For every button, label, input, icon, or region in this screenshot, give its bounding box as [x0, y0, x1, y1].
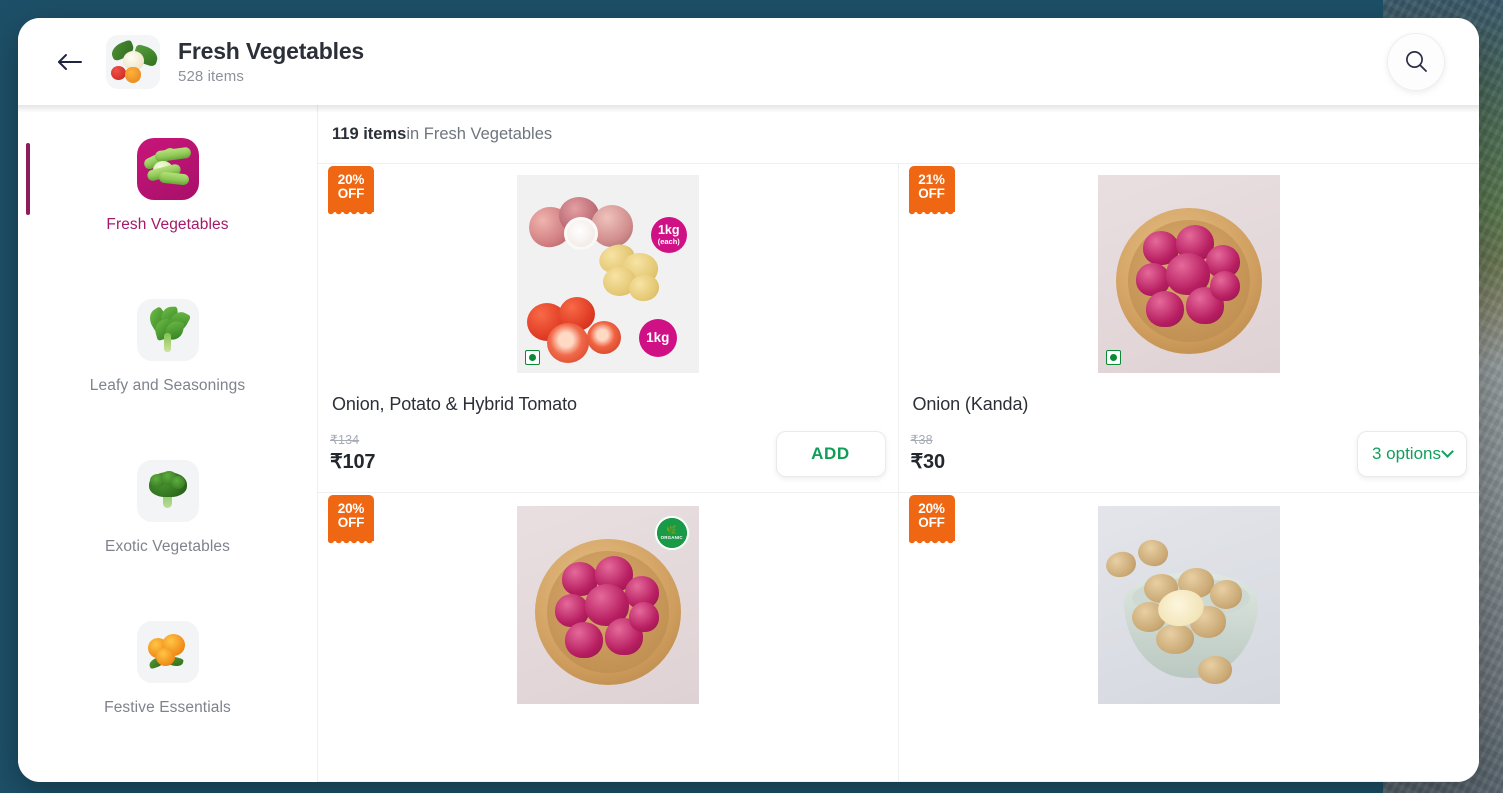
app-body: Fresh Vegetables Leafy and Seasonings Ex… [18, 105, 1479, 782]
add-to-cart-button[interactable]: ADD [775, 431, 886, 477]
original-price: ₹134 [330, 433, 360, 447]
organic-badge-icon: 🌿 ORGANIC [653, 515, 690, 551]
sidebar-item-label: Fresh Vegetables [106, 216, 229, 233]
product-title: Onion, Potato & Hybrid Tomato [332, 394, 577, 414]
leaf-glyph: 🌿 [666, 524, 678, 535]
active-indicator-rail [26, 626, 30, 698]
sidebar-item-label: Festive Essentials [104, 699, 231, 716]
sidebar-item-label: Leafy and Seasonings [89, 377, 246, 394]
product-image[interactable]: 🌿 ORGANIC [516, 506, 699, 704]
back-button[interactable] [48, 40, 92, 84]
product-card[interactable]: 21% OFF Onion (Kanda) 1 kg [898, 164, 1479, 493]
product-grid: 20% OFF 1kg (each) 1kg Onion, Potato & H… [318, 164, 1479, 782]
options-dropdown-button[interactable]: 3 options [1357, 431, 1467, 477]
product-card[interactable]: 20% OFF [898, 493, 1479, 782]
green-veg-icon [1105, 350, 1121, 365]
carrot-shape [125, 66, 141, 83]
active-indicator-rail [26, 143, 30, 215]
category-sidebar[interactable]: Fresh Vegetables Leafy and Seasonings Ex… [18, 105, 318, 782]
weight-badge-value: 1kg [646, 329, 670, 345]
peas-icon [136, 138, 199, 200]
discount-percent: 20% [337, 171, 365, 187]
discount-off-label: OFF [918, 186, 945, 201]
discount-badge: 20% OFF [328, 495, 374, 546]
green-veg-icon [524, 350, 540, 365]
options-label: 3 options [1372, 444, 1441, 463]
active-indicator-rail [26, 304, 30, 376]
discount-badge: 20% OFF [908, 495, 955, 546]
organic-label: ORGANIC [660, 534, 683, 540]
price-block: ₹38 ₹30 [910, 432, 946, 474]
original-price: ₹38 [910, 433, 933, 447]
discount-off-label: OFF [337, 186, 365, 201]
product-card[interactable]: 20% OFF 1kg (each) 1kg Onion, Potato & H… [318, 164, 899, 493]
weight-badge: 1kg [638, 319, 677, 357]
sidebar-item-fresh-vegetables[interactable]: Fresh Vegetables [18, 121, 317, 282]
discount-off-label: OFF [918, 515, 945, 530]
search-button[interactable] [1387, 32, 1445, 91]
page-title: Fresh Vegetables [178, 38, 364, 65]
header-text-block: Fresh Vegetables 528 items [178, 38, 364, 84]
price-block: ₹134 ₹107 [330, 432, 375, 474]
product-title: Onion (Kanda) [912, 394, 1029, 414]
item-count-suffix: in Fresh Vegetables [406, 124, 553, 143]
weight-badge-sub: (each) [657, 237, 680, 247]
tomato-shape [111, 65, 126, 80]
marigold-icon [136, 621, 199, 683]
chevron-down-icon [1441, 444, 1454, 458]
spinach-icon [136, 299, 199, 361]
app-window: Fresh Vegetables 528 items Fresh Vegetab… [18, 18, 1479, 782]
header-category-thumbnail [106, 34, 160, 89]
product-image[interactable]: 1kg (each) 1kg [516, 175, 699, 373]
discount-percent: 20% [918, 500, 945, 516]
broccoli-icon [136, 460, 199, 522]
current-price: ₹107 [330, 451, 376, 473]
product-card[interactable]: 20% OFF 🌿 ORGANIC [318, 493, 899, 782]
sidebar-item-festive-essentials[interactable]: Festive Essentials [18, 604, 317, 765]
discount-off-label: OFF [337, 515, 365, 530]
sidebar-item-leafy-and-seasonings[interactable]: Leafy and Seasonings [18, 282, 317, 443]
item-count-value: 119 items [332, 124, 407, 143]
product-image[interactable] [1097, 506, 1280, 704]
discount-badge: 21% OFF [908, 166, 955, 217]
arrow-left-icon [58, 53, 82, 70]
discount-percent: 20% [337, 500, 365, 516]
search-icon [1405, 51, 1427, 72]
weight-badge-value: 1kg [657, 223, 680, 238]
product-image[interactable] [1097, 175, 1280, 373]
discount-badge: 20% OFF [328, 166, 374, 217]
product-list-panel: 119 items in Fresh Vegetables 20% OFF 1k… [318, 105, 1479, 782]
weight-badge-each: 1kg (each) [650, 217, 687, 253]
discount-percent: 21% [918, 171, 945, 187]
page-subtitle-item-count: 528 items [178, 67, 244, 85]
app-header: Fresh Vegetables 528 items [18, 18, 1479, 105]
sidebar-item-exotic-vegetables[interactable]: Exotic Vegetables [18, 443, 317, 604]
active-indicator-rail [26, 465, 30, 537]
sidebar-item-label: Exotic Vegetables [105, 538, 230, 555]
item-count-bar: 119 items in Fresh Vegetables [318, 105, 1479, 164]
current-price: ₹30 [910, 451, 946, 473]
